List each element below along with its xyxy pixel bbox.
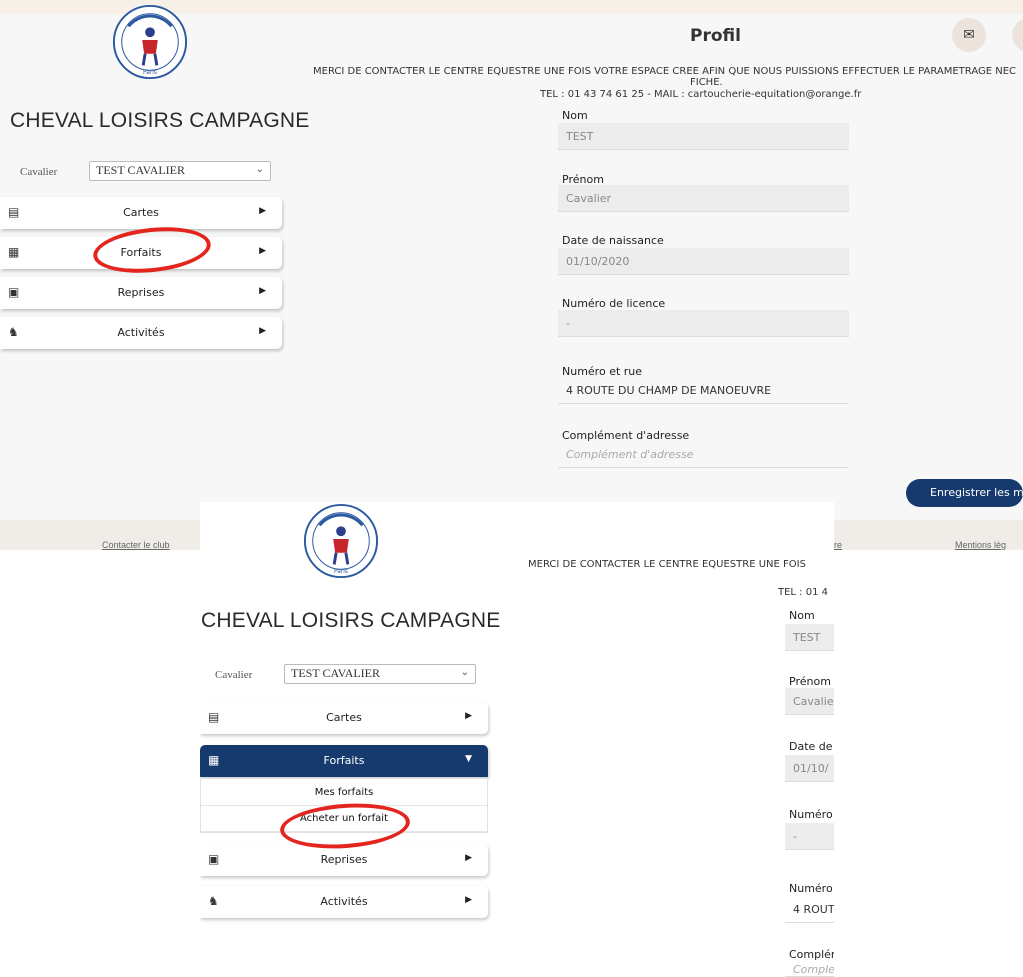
caret-right-icon: ▶ [465,711,472,721]
footer-link-partial[interactable]: re [834,540,842,550]
caret-right-icon: ▶ [259,286,266,296]
chevron-down-icon: ⌄ [460,667,469,678]
field-label-complement: Complér [789,948,834,961]
caret-right-icon: ▶ [465,853,472,863]
rider-label: Cavalier [215,669,253,681]
street-input[interactable]: 4 ROUT [785,896,834,923]
club-logo-graphic: Paris [112,4,188,80]
menu-item-label: Forfaits [323,754,365,767]
menu-item-label: Reprises [320,853,368,866]
menu-item-activites[interactable]: ♞ Activités ▶ [0,317,282,349]
field-label-naissance: Date de [789,740,833,753]
menu-item-label: Cartes [326,711,362,724]
save-button[interactable]: Enregistrer les m [906,479,1023,507]
street-input[interactable]: 4 ROUTE DU CHAMP DE MANOEUVRE [558,377,849,404]
contact-club-link[interactable]: Contacter le club [102,540,170,550]
legal-mentions-link[interactable]: Mentions lég [955,540,1006,550]
menu-item-label: Activités [117,326,165,339]
nom-input[interactable]: TEST [558,123,849,150]
submenu-item-acheter-forfait[interactable]: Acheter un forfait [201,806,487,832]
menu-item-label: Forfaits [120,246,162,259]
menu-item-activites[interactable]: ♞ Activités ▶ [200,886,488,918]
contact-info: TEL : 01 4 [778,587,828,598]
licence-input[interactable]: - [558,310,849,337]
caret-right-icon: ▶ [259,206,266,216]
menu-item-forfaits[interactable]: ▦ Forfaits ▼ [200,745,488,777]
caret-right-icon: ▶ [259,326,266,336]
nom-input[interactable]: TEST [785,624,834,651]
caret-right-icon: ▶ [465,895,472,905]
notice-text-end: FICHE. [690,77,723,88]
profile-screen-collapsed: Paris CHEVAL LOISIRS CAMPAGNE Cavalier T… [0,0,1023,550]
page-title: Profil [690,26,741,46]
rider-select[interactable]: TEST CAVALIER ⌄ [284,664,476,684]
licence-input[interactable]: - [785,823,834,850]
prenom-input[interactable]: Cavalie [785,688,834,715]
rider-select-value: TEST CAVALIER [291,666,381,680]
prenom-input[interactable]: Cavalier [558,185,849,212]
chevron-down-icon: ⌄ [255,164,264,175]
contact-info: TEL : 01 43 74 61 25 - MAIL : cartoucher… [540,89,862,100]
field-label-nom: Nom [562,109,588,122]
logo-subtext: Paris [334,569,348,575]
field-label-prenom: Prénom [789,675,831,688]
address-complement-input[interactable]: Complément d'adresse [558,441,849,468]
rider-select-value: TEST CAVALIER [96,163,186,177]
menu-item-cartes[interactable]: ▤ Cartes ▶ [200,702,488,734]
club-logo: Paris [300,502,382,580]
birthdate-input[interactable]: 01/10/2020 [558,248,849,275]
notice-text: MERCI DE CONTACTER LE CENTRE EQUESTRE UN… [528,559,806,570]
caret-right-icon: ▶ [259,246,266,256]
menu-item-reprises[interactable]: ▣ Reprises ▶ [0,277,282,309]
menu-item-forfaits[interactable]: ▦ Forfaits ▶ [0,237,282,269]
menu-item-cartes[interactable]: ▤ Cartes ▶ [0,197,282,229]
menu-item-label: Cartes [123,206,159,219]
club-name: CHEVAL LOISIRS CAMPAGNE [201,609,501,632]
club-name: CHEVAL LOISIRS CAMPAGNE [10,109,310,132]
address-complement-input[interactable]: Comple [785,961,834,977]
forfaits-submenu: Mes forfaits Acheter un forfait [200,778,488,833]
logo-subtext: Paris [143,70,157,76]
menu-item-reprises[interactable]: ▣ Reprises ▶ [200,844,488,876]
menu-item-label: Activités [320,895,368,908]
account-icon[interactable] [1012,18,1023,52]
field-label-naissance: Date de naissance [562,234,664,247]
field-label-licence: Numéro [789,808,833,821]
mail-icon[interactable]: ✉ [952,18,986,52]
club-logo: Paris [110,3,190,81]
field-label-nom: Nom [789,609,815,622]
notice-text: MERCI DE CONTACTER LE CENTRE EQUESTRE UN… [313,66,1017,77]
menu-item-label: Reprises [117,286,165,299]
profile-screen-expanded: Paris CHEVAL LOISIRS CAMPAGNE Cavalier T… [200,502,834,977]
field-label-licence: Numéro de licence [562,297,666,310]
rider-label: Cavalier [20,166,58,178]
club-logo-graphic: Paris [303,503,379,579]
caret-down-icon: ▼ [465,754,472,764]
birthdate-input[interactable]: 01/10/ [785,755,834,782]
rider-select[interactable]: TEST CAVALIER ⌄ [89,161,271,181]
field-label-rue: Numéro [789,882,833,895]
submenu-item-mes-forfaits[interactable]: Mes forfaits [201,780,487,806]
